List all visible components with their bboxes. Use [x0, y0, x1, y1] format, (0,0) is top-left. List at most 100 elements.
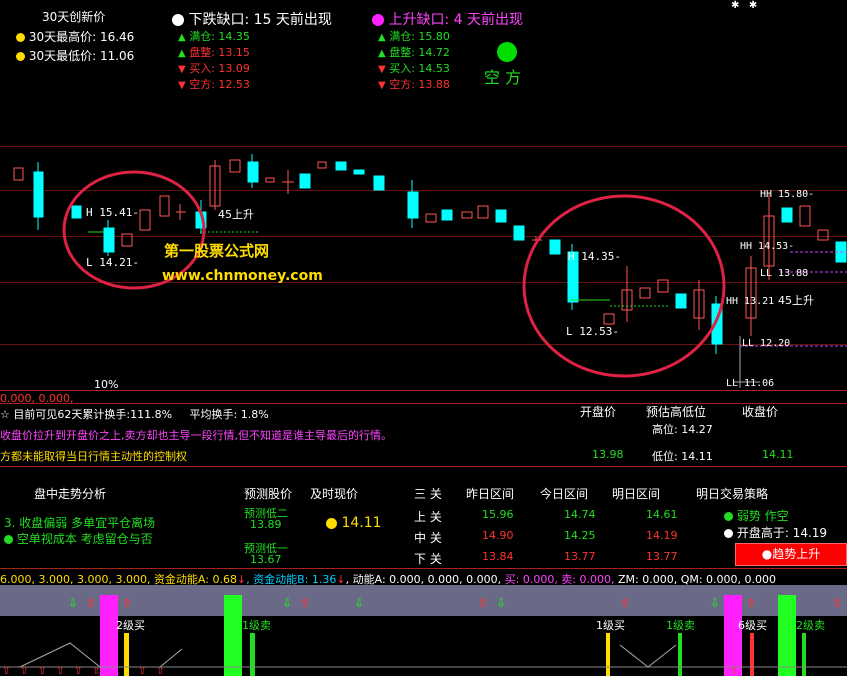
info-line3: 方都未能取得当日行情主动性的控制权: [0, 450, 187, 463]
signal-label-4: 1级卖: [666, 619, 695, 632]
strip-pct: 10%: [94, 378, 119, 391]
analysis-item2: 空单视成本 考虑留仓与否: [16, 532, 153, 546]
close-val: 14.11: [762, 448, 794, 461]
table-cell: 13.77: [646, 550, 678, 563]
gap-down-title-wrap: 下跌缺口: 15 天前出现: [172, 9, 332, 29]
high-pos: 高位: 14.27: [652, 423, 713, 436]
up-triangle-icon: ▲: [178, 48, 186, 59]
divider: [0, 390, 847, 391]
svg-text:⇧: ⇧: [620, 596, 630, 610]
svg-text:⇧: ⇧: [74, 666, 82, 676]
table-row-lower: 下 关: [414, 552, 442, 566]
turnover-wrap: ☆ 目前可见62天累计换手:111.8% 平均换手: 1.8%: [0, 406, 269, 422]
trend-up-button[interactable]: ●趋势上升: [735, 543, 847, 566]
star-icon: ☆: [0, 408, 10, 421]
table-cell: 14.61: [646, 508, 678, 521]
signal-label-5: 6级买: [738, 619, 767, 632]
highlight-circle-right: [522, 194, 726, 378]
yellow-dot-icon: [16, 52, 25, 61]
svg-text:⇩: ⇩: [68, 596, 78, 610]
table-cell: 15.96: [482, 508, 514, 521]
label-ll1: LL 13.88: [760, 268, 809, 279]
strategy-line1: 弱势 作空: [736, 509, 789, 523]
gap-up-buy: 买入: 14.53: [389, 62, 450, 75]
down-triangle-icon: ▼: [378, 80, 386, 91]
label-45-rise-2: 45上升: [778, 294, 814, 307]
analysis-item2-wrap: 空单视成本 考虑留仓与否: [4, 530, 153, 547]
label-l2: L 12.53-: [566, 325, 619, 338]
gap-up-consolidate: 盘整: 14.72: [389, 46, 450, 59]
strategy-title: 明日交易策略: [696, 487, 769, 501]
watermark-url: www.chnmoney.com: [162, 268, 323, 284]
up-triangle-icon: ▲: [178, 32, 186, 43]
status-short: 空 方: [484, 68, 522, 87]
candles: [13, 154, 847, 354]
forecast2-val: 13.67: [250, 553, 282, 566]
svg-text:⇧: ⇧: [138, 666, 146, 676]
table-cell: 14.25: [564, 529, 596, 542]
table-cell: 14.74: [564, 508, 596, 521]
label-hh1: HH 15.80-: [760, 189, 815, 200]
table-hdr-gate: 三 关: [414, 487, 442, 501]
table-cell: 14.90: [482, 529, 514, 542]
svg-text:⇧: ⇧: [832, 596, 842, 610]
high-30d-label: 30天最高价: 16.46: [28, 30, 135, 44]
white-dot-icon: [724, 529, 733, 538]
gap-up-short: 空方: 13.88: [389, 78, 450, 91]
now-price: 14.11: [341, 515, 382, 531]
signal-label-2: 1级卖: [242, 619, 271, 632]
gap-down-buy: 买入: 13.09: [189, 62, 250, 75]
forecast-hdr: 预测股价: [244, 487, 293, 501]
low-30d-label: 30天最低价: 11.06: [28, 49, 135, 63]
label-hh3: HH 13.21: [726, 296, 775, 307]
forecast1-val: 13.89: [250, 518, 282, 531]
hdr-open: 开盘价: [580, 405, 617, 419]
down-triangle-icon: ▼: [178, 80, 186, 91]
svg-text:⇩: ⇩: [282, 596, 292, 610]
signal-label-3: 1级买: [596, 619, 625, 632]
gap-up-full: 满仓: 15.80: [389, 30, 450, 43]
table-cell: 14.19: [646, 529, 678, 542]
up-triangle-icon: ▲: [378, 32, 386, 43]
label-45-rise-1: 45上升: [218, 208, 254, 221]
svg-text:⇧: ⇧: [86, 596, 96, 610]
svg-text:⇩: ⇩: [710, 596, 720, 610]
strategy-line2-wrap: 开盘高于: 14.19: [724, 524, 827, 541]
gap-down-list: ▲ 满仓: 14.35 ▲ 盘整: 13.15 ▼ 买入: 13.09 ▼ 空方…: [178, 29, 250, 93]
open-val: 13.98: [592, 448, 624, 461]
now-price-wrap: 14.11: [326, 515, 382, 531]
white-dot-icon: ●: [761, 547, 773, 561]
svg-text:⇧: ⇧: [38, 666, 46, 676]
gap-down-short: 空方: 12.53: [189, 78, 250, 91]
svg-text:⇧: ⇧: [478, 596, 488, 610]
new-price-title: 30天创新价: [42, 10, 106, 24]
gap-down-full: 满仓: 14.35: [189, 30, 250, 43]
up-triangle-icon: ▲: [378, 48, 386, 59]
table-row-middle: 中 关: [414, 531, 442, 545]
divider: [0, 403, 847, 404]
low-30d: 30天最低价: 11.06: [16, 47, 134, 64]
hdr-est: 预估高低位: [646, 405, 707, 419]
svg-text:⇧: ⇧: [92, 666, 100, 676]
gap-up-list: ▲ 满仓: 15.80 ▲ 盘整: 14.72 ▼ 买入: 14.53 ▼ 空方…: [378, 29, 450, 93]
svg-text:⇧: ⇧: [2, 666, 10, 676]
table-row-upper: 上 关: [414, 510, 442, 524]
svg-text:⇧: ⇧: [730, 666, 738, 676]
yellow-dot-icon: [16, 33, 25, 42]
turnover-total: 目前可见62天累计换手:111.8%: [13, 408, 173, 421]
gap-up-title: 上升缺口: 4 天前出现: [388, 12, 523, 28]
strategy-line1-wrap: 弱势 作空: [724, 507, 789, 524]
turnover-avg: 平均换手: 1.8%: [189, 408, 269, 421]
green-dot-icon: [724, 512, 733, 521]
watermark-title: 第一股票公式网: [164, 242, 270, 260]
strategy-line2: 开盘高于: 14.19: [736, 526, 828, 540]
low-pos: 低位: 14.11: [652, 450, 713, 463]
svg-text:⇧: ⇧: [300, 596, 310, 610]
analysis-title: 盘中走势分析: [34, 487, 107, 501]
gap-up-title-wrap: 上升缺口: 4 天前出现: [372, 9, 523, 29]
green-signal-icon: [497, 42, 517, 62]
info-line2: 收盘价拉升到开盘价之上,卖方却也主导一段行情,但不知道是谁主导最后的行情。: [0, 429, 392, 442]
divider: [0, 568, 847, 569]
table-cell: 13.77: [564, 550, 596, 563]
magenta-dot-icon: [372, 14, 384, 26]
